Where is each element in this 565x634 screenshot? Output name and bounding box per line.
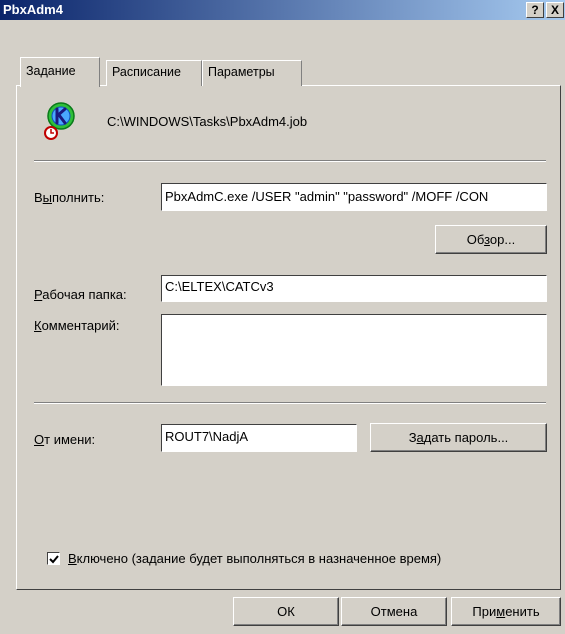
enabled-label[interactable]: Включено (задание будет выполняться в на…: [68, 551, 441, 566]
run-as-input[interactable]: ROUT7\NadjA: [161, 424, 357, 452]
cancel-button[interactable]: Отмена: [341, 597, 447, 626]
task-file-path: C:\WINDOWS\Tasks\PbxAdm4.job: [107, 114, 308, 129]
tab-schedule-label: Расписание: [112, 65, 181, 79]
working-folder-input[interactable]: C:\ELTEX\CATCv3: [161, 275, 547, 302]
help-button[interactable]: ?: [526, 2, 544, 18]
tab-task[interactable]: Задание: [20, 57, 100, 87]
checkmark-icon: [49, 555, 59, 564]
browse-button[interactable]: Обзор...: [435, 225, 547, 254]
tab-task-label: Задание: [26, 64, 76, 78]
set-password-button[interactable]: Задать пароль...: [370, 423, 547, 452]
run-label: Выполнить:: [34, 190, 105, 205]
window-title: PbxAdm4: [3, 2, 63, 17]
title-bar[interactable]: PbxAdm4 ? X: [0, 0, 565, 20]
separator: [34, 160, 546, 162]
enabled-checkbox[interactable]: [47, 552, 60, 565]
apply-button[interactable]: Применить: [451, 597, 561, 626]
ok-button[interactable]: ОК: [233, 597, 339, 626]
task-properties-window: PbxAdm4 ? X Задание Расписание Параметры…: [0, 0, 565, 634]
tab-schedule[interactable]: Расписание: [106, 60, 202, 86]
comment-label: Комментарий:: [34, 318, 120, 333]
run-as-label: От имени:: [34, 432, 96, 447]
workdir-label: Рабочая папка:: [34, 287, 127, 302]
tab-settings[interactable]: Параметры: [202, 60, 302, 86]
tab-settings-label: Параметры: [208, 65, 275, 79]
run-command-input[interactable]: PbxAdmC.exe /USER "admin" "password" /MO…: [161, 183, 547, 211]
comment-textarea[interactable]: [161, 314, 547, 386]
separator: [34, 402, 546, 404]
scheduled-task-icon: [42, 100, 78, 142]
close-button[interactable]: X: [546, 2, 564, 18]
